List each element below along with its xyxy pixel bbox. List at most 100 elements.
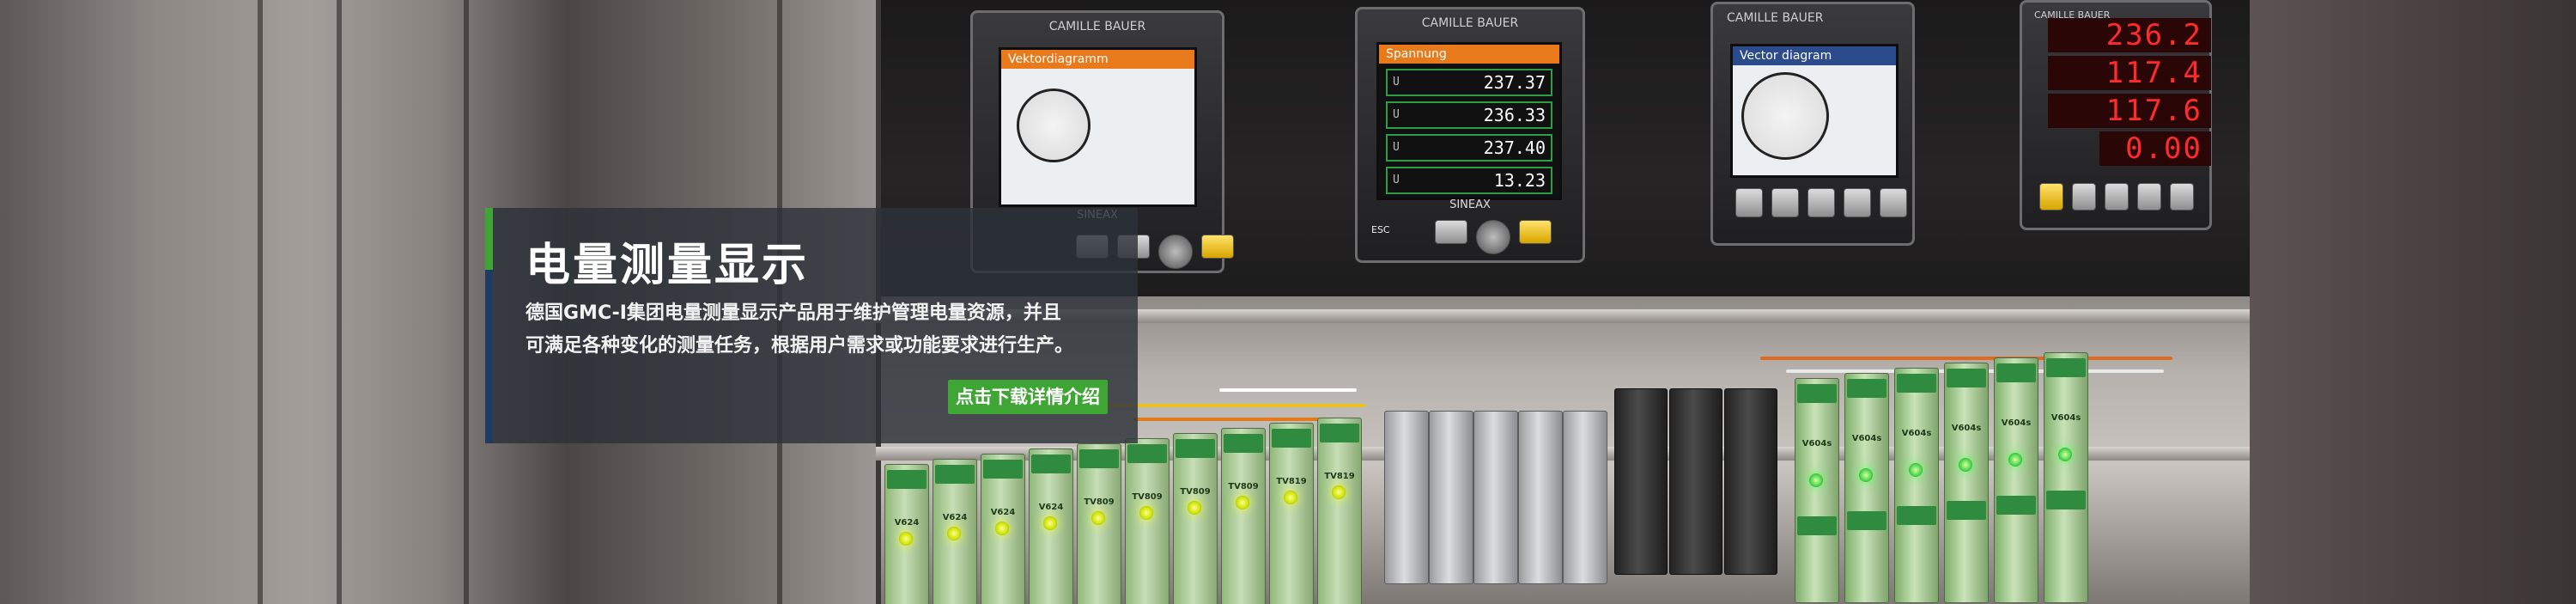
module-label: V604s [1801,439,1832,448]
terminal-module: V624 [981,454,1025,604]
terminal-module: V604s [1795,378,1839,603]
status-led [1091,511,1105,525]
terminal-module [1614,388,1668,575]
terminal-module [1429,411,1473,584]
status-led [1043,516,1057,530]
module-label: V604s [1851,434,1882,443]
arrow-right-button [1519,220,1552,244]
terminal-block [1176,439,1215,458]
terminal-module: TV809 [1077,443,1121,604]
terminal-block [1224,434,1263,453]
cabinet-background-photo: CAMILLE BAUER Vektordiagramm SINEAX CAMI… [0,0,2576,604]
voltage-reading: U 13.23 [1386,167,1552,194]
module-label: V604s [2050,413,2081,423]
terminal-module [1518,411,1563,584]
status-led [1332,485,1346,499]
terminal-module: TV809 [1221,428,1266,604]
terminal-block [935,465,975,484]
terminal-block [1897,506,1936,525]
status-led [899,532,913,546]
terminal-block [1079,449,1119,468]
led-reading: 0.00 [2099,131,2211,166]
status-led [947,527,961,540]
status-led [2058,448,2072,461]
screen-title: Vektordiagramm [1001,50,1194,69]
voltage-reading: U 237.40 [1386,134,1552,162]
terminal-block [1947,501,1986,520]
cabinet-door-seam [337,0,342,604]
terminal-module: V604s [1994,357,2038,603]
module-label: V604s [2001,418,2032,428]
status-led [1188,501,1201,515]
banner-description-line: 可满足各种变化的测量任务，根据用户需求或功能要求进行生产。 [526,335,1074,357]
esc-label: ESC [1371,224,1390,235]
voltage-reading: U 237.37 [1386,69,1552,96]
meter-vector-display-2: CAMILLE BAUER Vector diagram [1710,2,1915,246]
banner-title: 电量测量显示 [526,240,810,291]
module-label: V624 [1038,503,1064,512]
terminal-module [1384,411,1429,584]
terminal-block [1127,444,1167,463]
module-label: V624 [942,513,968,522]
terminal-module: V624 [884,464,929,604]
terminal-block [1797,516,1837,535]
screen-title: Vector diagram [1733,46,1896,65]
terminal-module: TV809 [1173,433,1218,604]
terminal-module: V624 [1029,448,1073,604]
arrow-left-button [1201,235,1234,259]
wire [1760,357,2172,360]
module-label: V624 [894,518,920,528]
module-label: TV809 [1084,497,1115,507]
led-reading: 117.6 [2048,94,2211,128]
terminal-block [2046,491,2086,509]
cabinet-door-seam [258,0,263,604]
function-button [1880,188,1907,217]
module-label: V624 [990,508,1016,517]
meter-screen: Vektordiagramm [999,47,1197,207]
module-label: TV809 [1180,487,1211,497]
terminal-module: TV819 [1269,423,1314,604]
terminal-block [887,470,927,489]
terminal-block [983,460,1023,479]
banner-description-line: 德国GMC-I集团电量测量显示产品用于维护管理电量资源，并且 [526,302,1061,324]
function-button [2072,183,2096,210]
banner-accent-green [485,208,493,270]
arrow-up-button [1435,220,1467,244]
terminal-module: V624 [933,459,977,604]
led-reading: 236.2 [2048,18,2211,52]
meter-brand: CAMILLE BAUER [1048,20,1146,34]
meter-voltage-display: CAMILLE BAUER Spannung U 237.37 U 236.33 U… [1355,7,1585,263]
status-led [1809,473,1823,487]
terminal-module: V604s [1894,368,1939,603]
banner-accent-navy [485,270,493,443]
function-button [1844,188,1871,217]
terminal-block [1996,363,2036,382]
ok-button [1476,220,1510,254]
status-led [2008,453,2022,467]
banner-description: 德国GMC-I集团电量测量显示产品用于维护管理电量资源，并且 可满足各种变化的测… [526,297,1127,363]
meter-screen: Spannung U 237.37 U 236.33 U 237.40 U 13.23 [1376,42,1562,200]
status-led [1859,468,1873,482]
vector-diagram [1741,72,1829,160]
wire [1108,404,1365,407]
terminal-block [1272,429,1311,448]
module-label: TV809 [1132,492,1163,502]
ok-button [1158,235,1193,269]
terminal-module: V604s [1844,373,1889,603]
meter-model: SINEAX [1449,198,1491,211]
terminal-module [1473,411,1518,584]
meter-brand: CAMILLE BAUER [1727,11,1824,25]
info-button [2039,183,2063,210]
terminal-module: V604s [2044,352,2088,603]
terminal-block [1320,424,1359,442]
terminal-block [1996,496,2036,515]
function-button [2105,183,2129,210]
terminal-block [1031,455,1071,473]
terminal-block [1797,384,1837,403]
meter-led-display: CAMILLE BAUER 236.2 117.4 117.6 0.00 [2020,0,2212,230]
module-label: V604s [1951,424,1982,433]
function-button [1807,188,1835,217]
module-label: V604s [1901,429,1932,438]
vector-diagram [1017,88,1091,162]
download-details-button[interactable]: 点击下载详情介绍 [948,380,1108,414]
